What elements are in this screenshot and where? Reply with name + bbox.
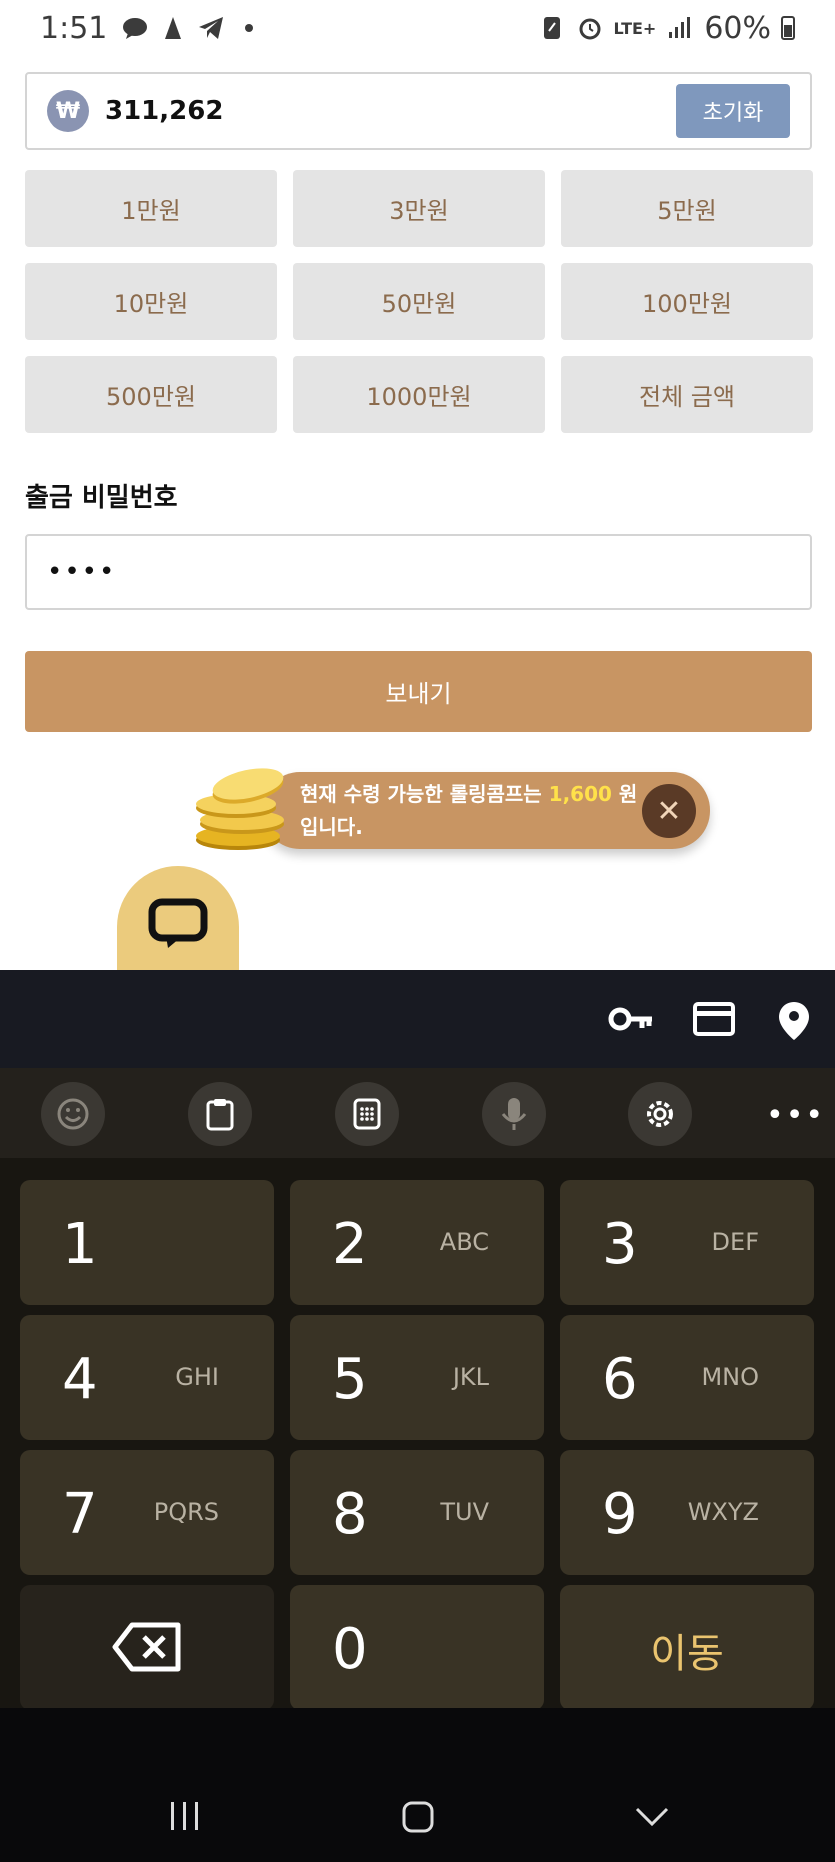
system-navigation-bar xyxy=(0,1708,835,1862)
nfc-icon xyxy=(538,14,566,42)
clipboard-icon[interactable] xyxy=(188,1082,252,1146)
send-button[interactable]: 보내기 xyxy=(25,651,812,732)
key-8[interactable]: 8 TUV xyxy=(290,1450,544,1575)
battery-percent: 60% xyxy=(704,10,771,46)
alarm-icon xyxy=(576,14,604,42)
quick-amount-button[interactable]: 10만원 xyxy=(25,263,277,340)
chat-button[interactable] xyxy=(117,866,239,974)
rolling-comp-banner: 현재 수령 가능한 롤링콤프는 1,600 원 입니다. ✕ xyxy=(262,772,710,849)
keyboard-toolbar: ••• xyxy=(0,1068,835,1158)
home-icon[interactable] xyxy=(401,1800,435,1834)
card-icon[interactable] xyxy=(692,1000,736,1042)
telegram-icon xyxy=(197,14,225,42)
quick-amount-button[interactable]: 3만원 xyxy=(293,170,545,247)
backspace-icon xyxy=(112,1622,181,1672)
quick-amount-grid: 1만원 3만원 5만원 10만원 50만원 100만원 500만원 1000만원… xyxy=(25,170,813,433)
full-amount-button[interactable]: 전체 금액 xyxy=(561,356,813,433)
status-time: 1:51 xyxy=(40,10,108,46)
settings-gear-icon[interactable] xyxy=(628,1082,692,1146)
more-options-icon[interactable]: ••• xyxy=(766,1098,825,1133)
microphone-icon[interactable] xyxy=(482,1082,546,1146)
key-1[interactable]: 1 xyxy=(20,1180,274,1305)
quick-amount-button[interactable]: 500만원 xyxy=(25,356,277,433)
rolling-comp-text: 현재 수령 가능한 롤링콤프는 1,600 원 입니다. xyxy=(300,781,638,839)
withdraw-password-input[interactable]: •••• xyxy=(25,534,812,610)
more-notifications-dot-icon xyxy=(235,14,263,42)
key-0[interactable]: 0 xyxy=(290,1585,544,1710)
quick-amount-button[interactable]: 50만원 xyxy=(293,263,545,340)
key-2[interactable]: 2 ABC xyxy=(290,1180,544,1305)
location-pin-icon[interactable] xyxy=(777,1000,811,1046)
key-3[interactable]: 3 DEF xyxy=(560,1180,814,1305)
reset-button[interactable]: 초기화 xyxy=(676,84,790,138)
key-icon[interactable] xyxy=(608,1000,654,1042)
withdraw-password-label: 출금 비밀번호 xyxy=(25,483,178,513)
hide-keyboard-chevron-icon[interactable] xyxy=(634,1806,670,1828)
quick-amount-button[interactable]: 1000만원 xyxy=(293,356,545,433)
key-6[interactable]: 6 MNO xyxy=(560,1315,814,1440)
numeric-keyboard: 1 2 ABC 3 DEF 4 GHI 5 JKL 6 MNO 7 PQRS 8 TUV 9W… xyxy=(0,1158,835,1710)
go-key[interactable]: 이동 xyxy=(560,1585,814,1710)
quick-amount-button[interactable]: 5만원 xyxy=(561,170,813,247)
recent-apps-icon[interactable] xyxy=(168,1800,202,1832)
chat-bubble-icon xyxy=(148,898,208,948)
keyboard-autofill-bar xyxy=(0,970,835,1068)
keypad-mode-icon[interactable] xyxy=(335,1082,399,1146)
quick-amount-button[interactable]: 100만원 xyxy=(561,263,813,340)
close-icon[interactable]: ✕ xyxy=(642,784,696,838)
won-currency-icon: ₩ xyxy=(47,90,89,132)
quick-amount-button[interactable]: 1만원 xyxy=(25,170,277,247)
backspace-key[interactable] xyxy=(20,1585,274,1710)
gold-coins-icon xyxy=(190,762,295,854)
network-type: LTE+ xyxy=(613,18,657,38)
key-9[interactable]: 9 WXYZ xyxy=(560,1450,814,1575)
key-5[interactable]: 5 JKL xyxy=(290,1315,544,1440)
key-4[interactable]: 4 GHI xyxy=(20,1315,274,1440)
status-bar: 1:51 LTE+ 60% xyxy=(0,0,835,56)
app-notification-icon xyxy=(159,14,187,42)
withdraw-amount-field[interactable]: ₩ 311,262 초기화 xyxy=(25,72,812,150)
amount-value: 311,262 xyxy=(105,96,224,126)
battery-icon xyxy=(781,16,795,40)
emoji-icon[interactable] xyxy=(41,1082,105,1146)
chat-notification-icon xyxy=(121,14,149,42)
signal-icon xyxy=(666,14,694,42)
rolling-comp-amount: 1,600 xyxy=(548,781,612,806)
key-7[interactable]: 7 PQRS xyxy=(20,1450,274,1575)
